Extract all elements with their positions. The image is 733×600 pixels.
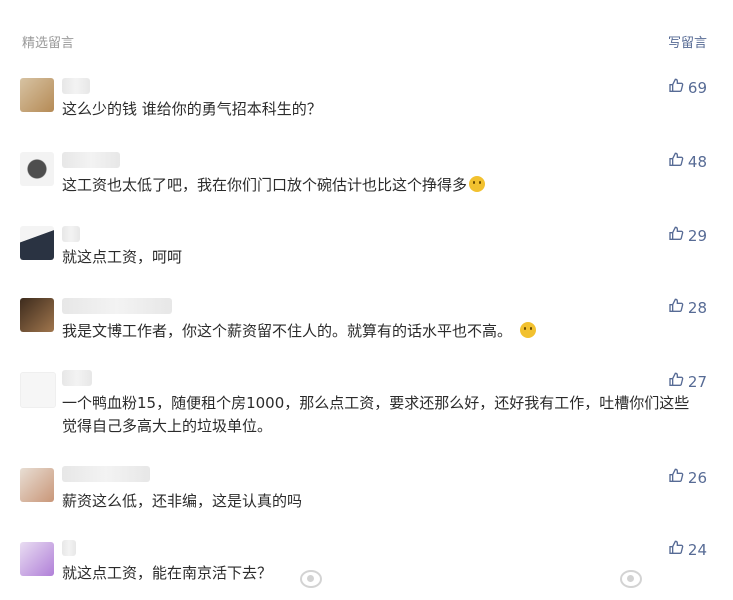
featured-comments-title: 精选留言 bbox=[22, 36, 75, 51]
watermark-right bbox=[620, 570, 642, 588]
like-count: 28 bbox=[687, 299, 707, 317]
watermark-left bbox=[300, 570, 322, 588]
like-count: 29 bbox=[687, 227, 707, 245]
like-button[interactable]: 29 bbox=[668, 226, 707, 246]
avatar[interactable] bbox=[20, 298, 54, 332]
thumbs-up-icon bbox=[668, 226, 684, 246]
nickname-blurred bbox=[62, 226, 182, 242]
comment-text: 这么少的钱 谁给你的勇气招本科生的？ bbox=[62, 100, 322, 118]
like-button[interactable]: 48 bbox=[668, 152, 707, 172]
like-button[interactable]: 69 bbox=[668, 78, 707, 98]
like-count: 27 bbox=[687, 373, 707, 391]
smile-emoji-icon bbox=[469, 176, 486, 192]
comment-text: 这工资也太低了吧，我在你们门口放个碗估计也比这个挣得多 bbox=[62, 174, 702, 197]
like-count: 69 bbox=[687, 79, 707, 97]
comment-text: 就这点工资，能在南京活下去？ bbox=[62, 564, 273, 582]
like-count: 24 bbox=[687, 541, 707, 559]
write-comment-link[interactable]: 写留言 bbox=[668, 32, 707, 51]
like-button[interactable]: 26 bbox=[668, 468, 707, 488]
comments-header: 精选留言 写留言 bbox=[0, 0, 733, 60]
avatar[interactable] bbox=[20, 78, 54, 112]
nickname-blurred bbox=[62, 78, 182, 94]
avatar[interactable] bbox=[20, 468, 54, 502]
thumbs-up-icon bbox=[668, 78, 684, 98]
thumbs-up-icon bbox=[668, 468, 684, 488]
avatar[interactable] bbox=[20, 152, 54, 186]
nickname-blurred bbox=[62, 370, 182, 386]
weibo-eye-icon bbox=[300, 570, 322, 588]
weibo-eye-icon bbox=[620, 570, 642, 588]
like-button[interactable]: 24 bbox=[668, 540, 707, 560]
like-count: 26 bbox=[687, 469, 707, 487]
avatar[interactable] bbox=[20, 542, 54, 576]
like-button[interactable]: 27 bbox=[668, 372, 707, 392]
thumbs-up-icon bbox=[668, 152, 684, 172]
comment-text: 我是文博工作者，你这个薪资留不住人的。就算有的话水平也不高。 bbox=[62, 320, 702, 343]
nickname-blurred bbox=[62, 540, 182, 556]
thumbs-up-icon bbox=[668, 540, 684, 560]
avatar[interactable] bbox=[20, 226, 54, 260]
comment-text: 就这点工资，呵呵 bbox=[62, 248, 183, 266]
comment-text: 薪资这么低，还非编，这是认真的吗 bbox=[62, 492, 303, 510]
nickname-blurred bbox=[62, 466, 182, 482]
thumbs-up-icon bbox=[668, 298, 684, 318]
comment-text: 一个鸭血粉15，随便租个房1000，那么点工资，要求还那么好，还好我有工作，吐槽… bbox=[62, 394, 690, 435]
nickname-blurred bbox=[62, 152, 182, 168]
smile-emoji-icon bbox=[520, 322, 537, 338]
like-button[interactable]: 28 bbox=[668, 298, 707, 318]
thumbs-up-icon bbox=[668, 372, 684, 392]
avatar[interactable] bbox=[20, 372, 56, 408]
like-count: 48 bbox=[687, 153, 707, 171]
nickname-blurred bbox=[62, 298, 182, 314]
